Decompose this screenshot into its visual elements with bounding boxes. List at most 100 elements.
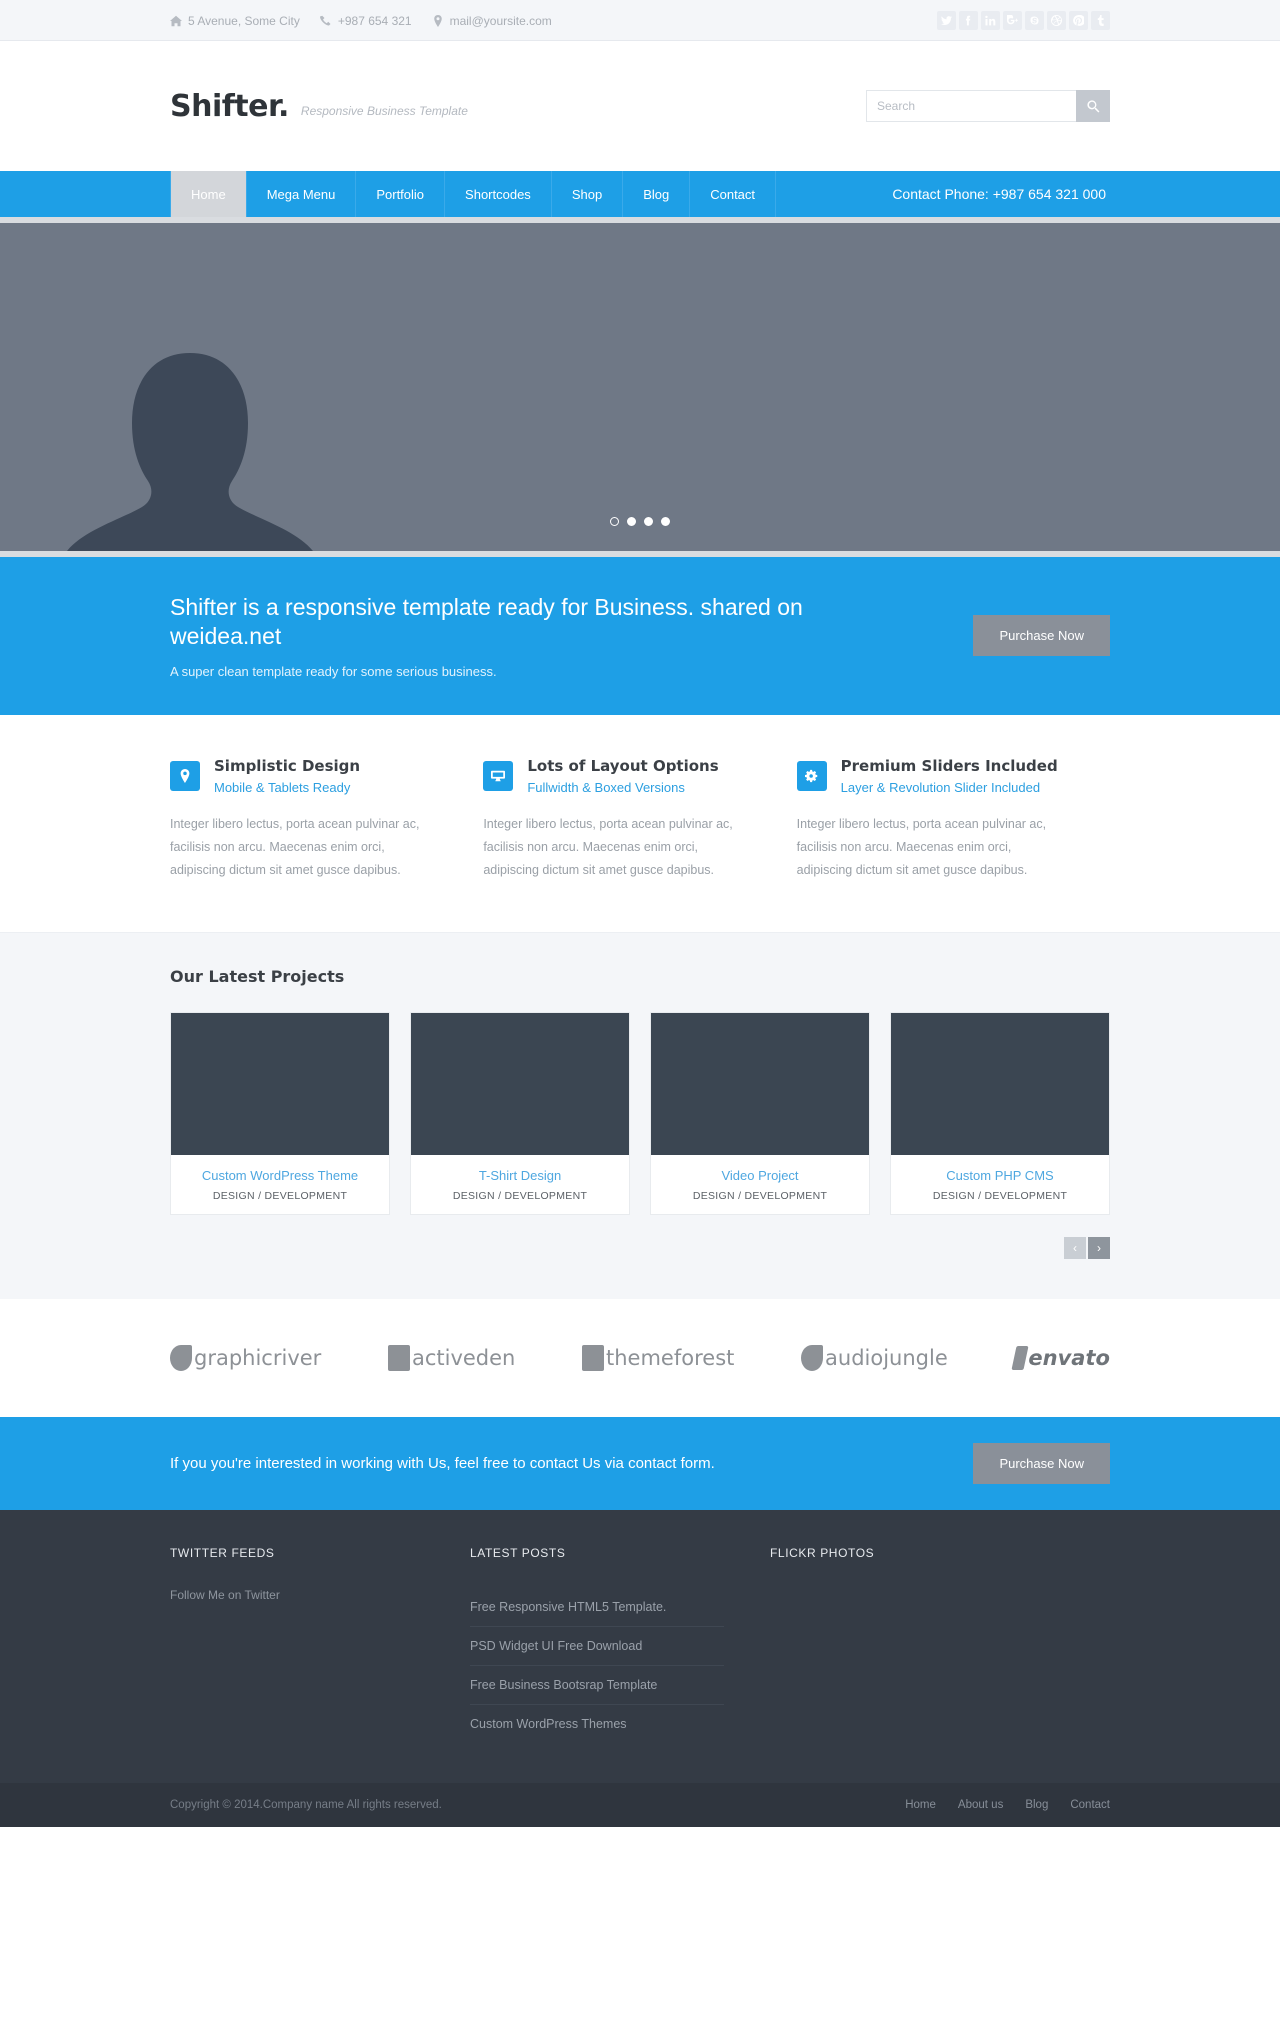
twitter-icon: [941, 16, 952, 26]
home-icon: [170, 15, 182, 26]
footer-heading: LATEST POSTS: [470, 1546, 566, 1561]
project-meta: DESIGN / DEVELOPMENT: [692, 1190, 828, 1203]
site-logo[interactable]: Shifter.: [170, 89, 289, 124]
nav-item-home[interactable]: Home: [170, 171, 247, 217]
project-card[interactable]: Video Project DESIGN / DEVELOPMENT: [650, 1012, 870, 1216]
clients-section: graphicriver activeden themeforest audio…: [0, 1299, 1280, 1418]
top-email-text: mail@yoursite.com: [449, 13, 552, 28]
nav-item-mega-menu[interactable]: Mega Menu: [247, 171, 357, 217]
twitter-follow-text[interactable]: Follow Me on Twitter: [170, 1588, 424, 1602]
latest-posts-list: Free Responsive HTML5 Template. PSD Widg…: [470, 1588, 724, 1743]
cta-headline: Shifter is a responsive template ready f…: [170, 594, 803, 650]
search-input[interactable]: [866, 90, 1076, 122]
project-card[interactable]: Custom WordPress Theme DESIGN / DEVELOPM…: [170, 1012, 390, 1216]
nav-item-portfolio[interactable]: Portfolio: [356, 171, 446, 217]
client-logo-envato[interactable]: envato: [1011, 1346, 1110, 1371]
phone-icon: [319, 15, 331, 25]
client-logo-graphicriver[interactable]: graphicriver: [170, 1345, 321, 1372]
client-logo-audiojungle[interactable]: audiojungle: [801, 1345, 948, 1372]
project-title-link[interactable]: Custom PHP CMS: [946, 1168, 1053, 1183]
feature-title: Simplistic Design: [214, 756, 361, 775]
features-section: Simplistic Design Mobile & Tablets Ready…: [0, 714, 1280, 933]
purchase-now-button-top[interactable]: Purchase Now: [973, 615, 1110, 657]
project-title-link[interactable]: T-Shirt Design: [479, 1168, 561, 1183]
tumblr-icon: [1097, 15, 1104, 26]
feature-simplistic-design: Simplistic Design Mobile & Tablets Ready…: [170, 757, 483, 882]
audiojungle-mark-icon: [801, 1345, 824, 1372]
project-thumbnail: [411, 1013, 629, 1156]
activeden-mark-icon: [387, 1345, 410, 1372]
project-thumbnail: [171, 1013, 389, 1156]
social-facebook[interactable]: [959, 11, 978, 30]
social-skype[interactable]: [1025, 11, 1044, 30]
slider-dot-4[interactable]: [661, 517, 670, 526]
feature-body: Integer libero lectus, porta acean pulvi…: [170, 816, 420, 878]
social-linkedin[interactable]: [981, 11, 1000, 30]
site-footer: TWITTER FEEDS Follow Me on Twitter LATES…: [0, 1510, 1280, 1784]
linkedin-icon: [985, 15, 996, 26]
slider-dot-2[interactable]: [627, 517, 636, 526]
social-tumblr[interactable]: [1091, 11, 1110, 30]
nav-contact-phone: Contact Phone: +987 654 321 000: [892, 186, 1106, 202]
search-button[interactable]: [1076, 90, 1110, 122]
slider-dots: [610, 517, 670, 526]
project-meta: DESIGN / DEVELOPMENT: [932, 1190, 1068, 1203]
feature-subtitle: Mobile & Tablets Ready: [214, 779, 351, 795]
bottom-cta-text: If you you're interested in working with…: [170, 1455, 715, 1473]
page-root: 5 Avenue, Some City +987 654 321 mail@yo…: [0, 0, 1280, 1828]
footer-column-flickr: FLICKR PHOTOS: [770, 1546, 1070, 1743]
feature-layout-options: Lots of Layout Options Fullwidth & Boxed…: [483, 757, 796, 882]
project-meta: DESIGN / DEVELOPMENT: [452, 1190, 588, 1203]
nav-list: Home Mega Menu Portfolio Shortcodes Shop…: [170, 171, 777, 217]
slider-dot-3[interactable]: [644, 517, 653, 526]
hero-slider[interactable]: [0, 217, 1280, 557]
client-logo-activeden[interactable]: activeden: [387, 1345, 515, 1372]
copyright-text: Copyright © 2014.Company name All rights…: [170, 1799, 442, 1812]
list-item: PSD Widget UI Free Download: [470, 1627, 724, 1667]
site-header: Shifter. Responsive Business Template: [0, 41, 1280, 171]
project-title-link[interactable]: Video Project: [721, 1168, 798, 1183]
social-twitter[interactable]: [937, 11, 956, 30]
social-dribbble[interactable]: [1047, 11, 1066, 30]
envato-mark-icon: [1011, 1346, 1029, 1371]
post-link[interactable]: Custom WordPress Themes: [470, 1705, 724, 1743]
post-link[interactable]: PSD Widget UI Free Download: [470, 1627, 724, 1665]
top-contact-info: 5 Avenue, Some City +987 654 321 mail@yo…: [170, 14, 552, 28]
feature-body: Integer libero lectus, porta acean pulvi…: [483, 816, 733, 878]
map-pin-icon: [170, 760, 200, 791]
slider-dot-1[interactable]: [610, 517, 619, 526]
nav-item-blog[interactable]: Blog: [623, 171, 691, 217]
footer-link-home[interactable]: Home: [905, 1799, 936, 1811]
nav-item-contact[interactable]: Contact: [690, 171, 777, 217]
project-card[interactable]: Custom PHP CMS DESIGN / DEVELOPMENT: [890, 1012, 1110, 1216]
carousel-next-button[interactable]: ›: [1088, 1237, 1110, 1260]
client-logo-themeforest[interactable]: themeforest: [582, 1345, 734, 1372]
top-phone: +987 654 321: [319, 14, 412, 28]
main-navigation: Home Mega Menu Portfolio Shortcodes Shop…: [0, 171, 1280, 217]
social-links: [937, 11, 1110, 30]
social-google-plus[interactable]: [1003, 11, 1022, 30]
post-link[interactable]: Free Business Bootsrap Template: [470, 1666, 724, 1704]
nav-item-shop[interactable]: Shop: [552, 171, 624, 217]
cta-subline: A super clean template ready for some se…: [170, 663, 497, 679]
social-pinterest[interactable]: [1069, 11, 1088, 30]
footer-column-posts: LATEST POSTS Free Responsive HTML5 Templ…: [470, 1546, 770, 1743]
list-item: Free Responsive HTML5 Template.: [470, 1588, 724, 1628]
project-card[interactable]: T-Shirt Design DESIGN / DEVELOPMENT: [410, 1012, 630, 1216]
nav-item-shortcodes[interactable]: Shortcodes: [445, 171, 552, 217]
client-logo-label: audiojungle: [825, 1346, 948, 1371]
carousel-prev-button[interactable]: ‹: [1064, 1237, 1086, 1260]
footer-link-contact[interactable]: Contact: [1070, 1799, 1110, 1811]
list-item: Custom WordPress Themes: [470, 1705, 724, 1743]
footer-link-blog[interactable]: Blog: [1025, 1799, 1048, 1811]
projects-section: Our Latest Projects Custom WordPress The…: [0, 932, 1280, 1300]
dribbble-icon: [1051, 15, 1062, 26]
footer-link-about[interactable]: About us: [958, 1799, 1003, 1811]
post-link[interactable]: Free Responsive HTML5 Template.: [470, 1588, 724, 1626]
feature-subtitle: Layer & Revolution Slider Included: [840, 779, 1041, 795]
projects-grid: Custom WordPress Theme DESIGN / DEVELOPM…: [170, 1012, 1110, 1216]
purchase-now-button-bottom[interactable]: Purchase Now: [973, 1443, 1110, 1485]
gear-icon: [796, 760, 827, 791]
project-title-link[interactable]: Custom WordPress Theme: [202, 1168, 358, 1183]
feature-body: Integer libero lectus, porta acean pulvi…: [796, 816, 1047, 878]
